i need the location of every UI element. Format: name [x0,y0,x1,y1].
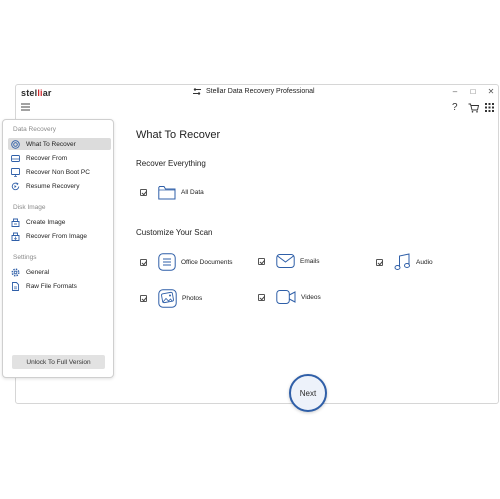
close-button[interactable]: ✕ [486,87,496,96]
stellar-logo: stelliar [21,88,52,98]
all-data-checkbox[interactable] [140,189,147,196]
sidebar-item-resume-recovery[interactable]: Resume Recovery [8,180,111,192]
page-title: What To Recover [136,129,221,141]
sidebar-section-settings: Settings [13,254,37,261]
sidebar-item-recover-from-image[interactable]: Recover From Image [8,230,111,242]
sidebar-item-general[interactable]: General [8,266,111,278]
option-label: Photos [182,295,203,302]
sidebar-item-label: Resume Recovery [26,182,80,190]
monitor-icon [11,167,20,177]
option-label: Videos [301,293,321,301]
office-documents-checkbox[interactable] [140,258,147,266]
option-label: All Data [181,189,204,196]
logo-text-part: ar [42,88,52,98]
sidebar-item-recover-non-boot-pc[interactable]: Recover Non Boot PC [8,166,111,178]
sidebar-item-raw-file-formats[interactable]: Raw File Formats [8,280,111,292]
sidebar-item-label: Recover From [26,154,68,162]
recover-everything-heading: Recover Everything [136,159,206,168]
window-title: Stellar Data Recovery Professional [192,88,315,95]
option-photos[interactable]: Photos [140,289,202,308]
sidebar-item-label: Recover Non Boot PC [26,168,90,176]
option-label: Office Documents [181,258,233,266]
sidebar-item-label: What To Recover [26,140,76,148]
sidebar-section-disk-image: Disk Image [13,204,46,211]
sidebar-item-label: Create Image [26,218,66,226]
unlock-full-version-button[interactable]: Unlock To Full Version [12,355,105,369]
customize-scan-heading: Customize Your Scan [136,228,213,237]
toolbar: ? [16,101,498,115]
document-icon [158,253,176,271]
option-audio[interactable]: Audio [376,253,433,271]
next-button[interactable]: Next [289,374,327,412]
option-label: Audio [416,258,433,266]
option-all-data[interactable]: All Data [140,185,204,200]
maximize-button[interactable]: □ [468,87,478,96]
videos-checkbox[interactable] [258,293,265,301]
sidebar-item-create-image[interactable]: Create Image [8,216,111,228]
recover-image-icon [11,232,20,241]
grid-apps-icon[interactable] [485,103,494,112]
hamburger-menu-icon[interactable] [21,103,30,111]
photos-checkbox[interactable] [140,295,147,302]
gear-icon [11,267,20,277]
sidebar-item-label: General [26,268,50,276]
option-label: Emails [300,257,320,265]
help-icon[interactable]: ? [452,103,458,113]
sidebar: Data Recovery What To Recover Recover Fr… [2,119,114,378]
window-title-text: Stellar Data Recovery Professional [206,88,315,95]
sidebar-section-data-recovery: Data Recovery [13,126,56,133]
photo-icon [158,289,177,308]
sidebar-item-recover-from[interactable]: Recover From [8,152,111,164]
swap-arrows-icon [193,88,201,95]
email-icon [276,254,295,268]
minimize-button[interactable]: – [450,87,460,96]
target-icon [11,139,20,149]
drive-icon [11,154,20,162]
option-videos[interactable]: Videos [258,289,321,305]
video-icon [276,290,296,304]
folder-icon [158,186,176,200]
cart-icon[interactable] [468,103,479,113]
title-bar: stelliar Stellar Data Recovery Professio… [16,85,498,101]
raw-file-icon [12,281,19,291]
sidebar-item-what-to-recover[interactable]: What To Recover [8,138,111,150]
sidebar-item-label: Recover From Image [26,232,88,240]
audio-checkbox[interactable] [376,258,383,266]
emails-checkbox[interactable] [258,257,265,265]
music-icon [394,253,410,270]
sidebar-item-label: Raw File Formats [26,282,77,290]
option-office-documents[interactable]: Office Documents [140,253,233,271]
option-emails[interactable]: Emails [258,253,320,269]
resume-icon [11,181,20,190]
create-image-icon [11,218,20,227]
logo-text-part: stel [21,88,38,98]
